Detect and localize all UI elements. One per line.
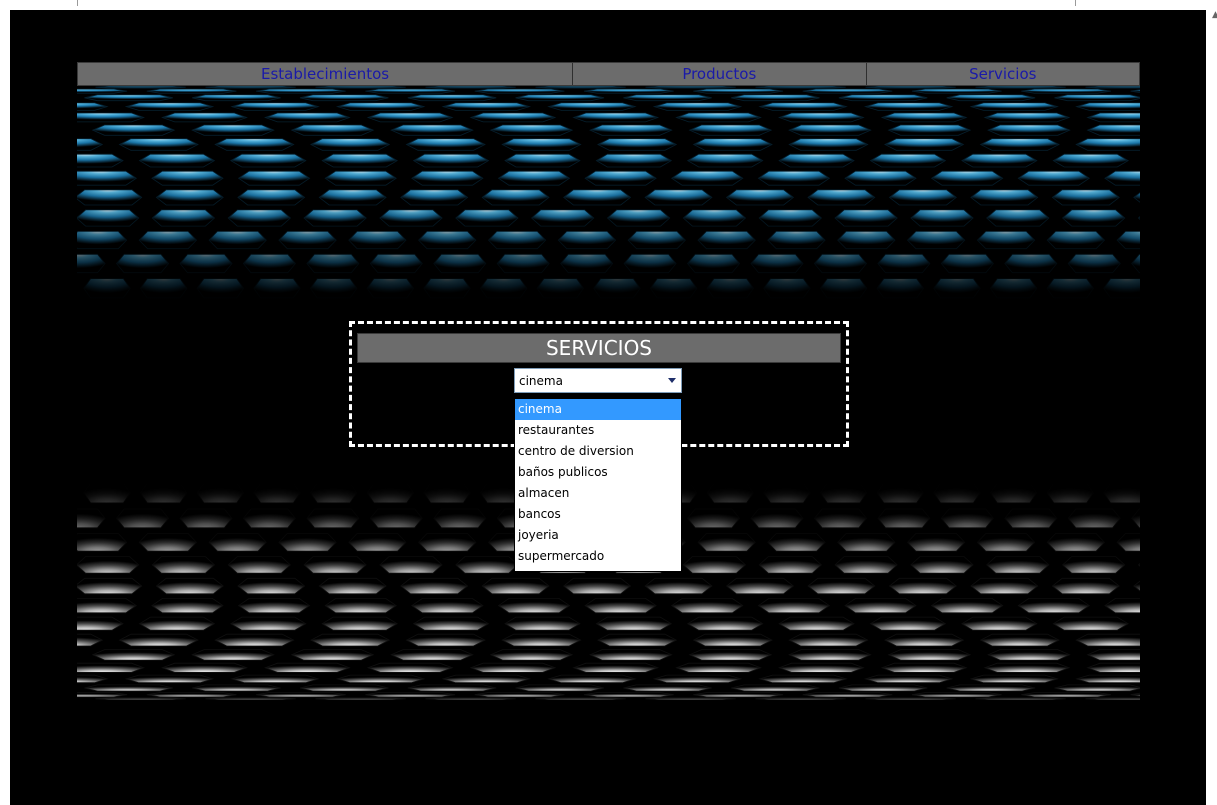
chevron-down-icon[interactable] <box>668 378 676 383</box>
option-joyeria[interactable]: joyeria <box>515 525 681 546</box>
option-restaurantes[interactable]: restaurantes <box>515 420 681 441</box>
service-select-value: cinema <box>519 373 563 388</box>
option-cinema[interactable]: cinema <box>515 399 681 420</box>
nav-item-establecimientos[interactable]: Establecimientos <box>78 63 574 85</box>
service-select[interactable]: cinema <box>514 368 682 393</box>
nav-item-productos[interactable]: Productos <box>573 63 867 85</box>
option-centro-de-diversion[interactable]: centro de diversion <box>515 441 681 462</box>
option-banos-publicos[interactable]: baños publicos <box>515 462 681 483</box>
option-bancos[interactable]: bancos <box>515 504 681 525</box>
services-title: SERVICIOS <box>357 333 841 363</box>
main-nav: Establecimientos Productos Servicios <box>77 62 1140 86</box>
option-almacen[interactable]: almacen <box>515 483 681 504</box>
scroll-up-icon[interactable]: ▲ <box>1212 11 1217 20</box>
nav-item-servicios[interactable]: Servicios <box>867 63 1139 85</box>
service-dropdown-list: cinema restaurantes centro de diversion … <box>514 398 682 572</box>
option-supermercado[interactable]: supermercado <box>515 546 681 567</box>
window-top-strip <box>0 0 1217 10</box>
